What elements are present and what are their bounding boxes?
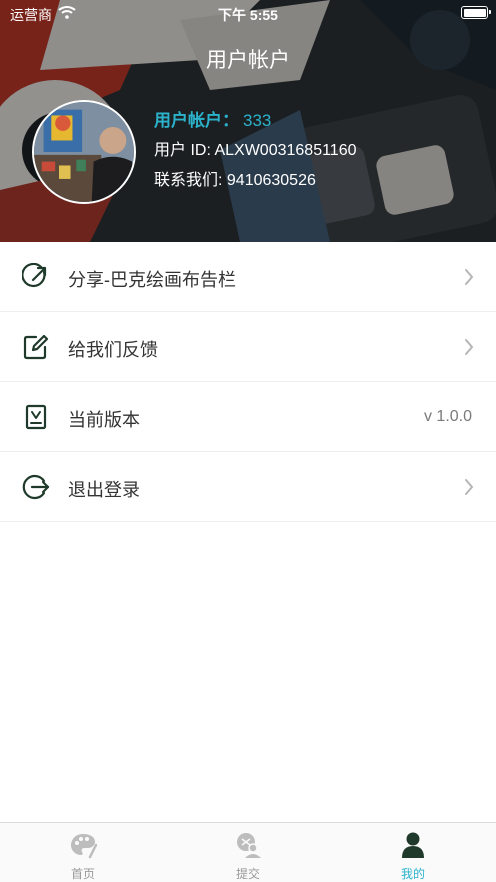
version-value: v 1.0.0 (423, 408, 472, 425)
menu-label-version: 当前版本 (68, 410, 140, 430)
chevron-right-icon (465, 269, 474, 285)
tab-label-submit: 提交 (235, 867, 260, 881)
profile-info: 用户帐户： 333 用户 ID: ALXW00316851160 联系我们: 94… (154, 110, 357, 200)
submit-icon (237, 833, 261, 858)
version-icon (25, 404, 47, 430)
menu-label-feedback: 给我们反馈 (68, 340, 158, 360)
tab-submit[interactable]: 提交 (165, 823, 331, 882)
edit-feedback-icon (23, 334, 49, 360)
menu-label-logout: 退出登录 (68, 480, 140, 500)
avatar[interactable] (32, 100, 136, 204)
user-icon (402, 832, 424, 858)
menu-item-feedback[interactable]: 给我们反馈 (0, 312, 496, 382)
status-bar: 运营商 下午 5:55 (0, 0, 496, 26)
chevron-right-icon (465, 339, 474, 355)
battery-icon (461, 6, 491, 19)
palette-icon (71, 834, 97, 859)
account-value: 333 (243, 111, 272, 130)
tab-label-home: 首页 (70, 867, 95, 881)
tab-home[interactable]: 首页 (0, 823, 166, 882)
menu-item-version: 当前版本 v 1.0.0 (0, 382, 496, 452)
contact-us: 联系我们: 9410630526 (154, 172, 316, 189)
page-title: 用户帐户 (206, 49, 290, 72)
settings-menu: 分享-巴克绘画布告栏 给我们反馈 当前版本 v 1.0.0 退出登录 (0, 242, 496, 522)
account-label: 用户帐户： (154, 111, 239, 130)
avatar-photo (34, 102, 134, 202)
tab-mine[interactable]: 我的 (330, 823, 496, 882)
tab-bar: 首页 提交 我的 (0, 822, 496, 882)
menu-item-share[interactable]: 分享-巴克绘画布告栏 (0, 242, 496, 312)
logout-icon (22, 474, 50, 500)
menu-item-logout[interactable]: 退出登录 (0, 452, 496, 522)
status-time: 下午 5:55 (218, 7, 278, 23)
tab-label-mine: 我的 (400, 867, 425, 881)
account-row: 用户帐户： 333 (154, 110, 357, 140)
menu-label-share: 分享-巴克绘画布告栏 (68, 270, 236, 290)
share-icon (22, 263, 47, 288)
chevron-right-icon (465, 479, 474, 495)
user-id: 用户 ID: ALXW00316851160 (154, 142, 357, 159)
